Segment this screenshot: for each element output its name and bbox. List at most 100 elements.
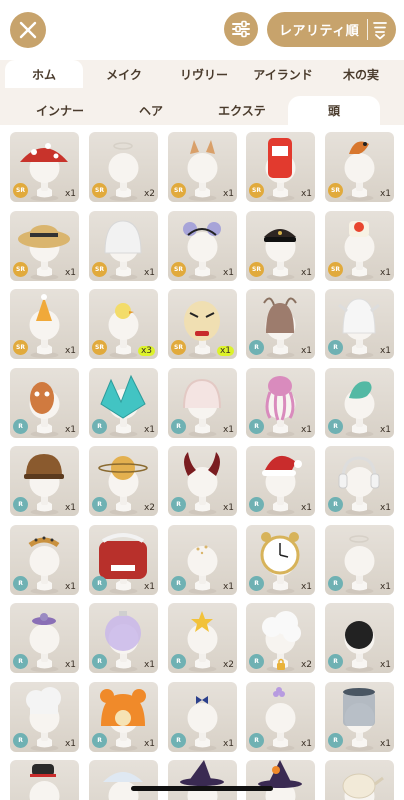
item-count: x2 <box>143 503 155 513</box>
sort-button[interactable]: レアリティ順 <box>267 12 396 47</box>
category-tabs: ホム メイク リヴリー アイランド 木の実 <box>0 60 404 88</box>
item-card[interactable]: SR x1 <box>168 132 237 202</box>
item-card[interactable]: Rx1 <box>325 681 394 752</box>
item-card[interactable] <box>89 760 158 800</box>
item-card[interactable]: SR x1 <box>10 289 79 359</box>
tab-label: インナー <box>35 104 84 118</box>
item-card[interactable]: Rx1 <box>246 289 315 359</box>
item-card[interactable]: SR x1 <box>325 210 394 281</box>
item-card[interactable]: Rx1 <box>246 524 315 595</box>
item-card[interactable]: Rx1 <box>325 524 394 595</box>
rarity-badge: SR <box>249 261 264 277</box>
item-card[interactable]: SR x1 <box>168 289 237 359</box>
item-count: x1 <box>143 660 155 670</box>
tab-label: 頭 <box>327 104 340 118</box>
item-count: x2 <box>222 660 234 670</box>
item-card[interactable]: Rx1 <box>325 367 394 438</box>
rarity-badge: R <box>13 418 28 434</box>
item-count: x1 <box>379 738 391 749</box>
close-button[interactable] <box>10 12 46 48</box>
filter-button[interactable] <box>224 12 258 46</box>
item-count: x1 <box>64 503 76 513</box>
tab-make[interactable]: メイク <box>84 60 164 88</box>
item-card[interactable]: Rx1 <box>10 603 79 673</box>
item-count: x1 <box>300 738 312 749</box>
rarity-badge: R <box>13 654 28 669</box>
item-card[interactable]: Rx1 <box>89 524 158 595</box>
item-card[interactable]: Rx1 <box>10 681 79 752</box>
item-card[interactable]: Rx1 <box>325 446 394 516</box>
item-card[interactable]: Rx1 <box>10 446 79 516</box>
item-card[interactable]: SR x1 <box>246 132 315 202</box>
tab-extension[interactable]: エクステ <box>197 96 287 125</box>
item-card[interactable]: Rx2 <box>89 446 158 516</box>
item-card[interactable]: SR x1 <box>89 210 158 281</box>
tab-label: エクステ <box>218 104 266 118</box>
subcategory-tabs: インナー ヘア エクステ 頭 <box>0 88 404 125</box>
tab-label: メイク <box>106 67 142 82</box>
item-card[interactable]: SR x1 <box>168 210 237 281</box>
item-count: x1 <box>143 424 155 435</box>
rarity-badge: R <box>92 418 107 434</box>
item-card[interactable]: Rx1 <box>246 446 315 516</box>
item-card[interactable]: Rx2 <box>246 603 315 673</box>
rarity-badge: SR <box>171 261 186 277</box>
tab-hom[interactable]: ホム <box>5 60 83 88</box>
tab-label: ホム <box>31 67 56 82</box>
item-card[interactable]: Rx1 <box>89 603 158 673</box>
rarity-badge: R <box>328 732 343 748</box>
item-card[interactable]: Rx1 <box>168 367 237 438</box>
item-count: x1 <box>379 189 391 199</box>
item-count: x1 <box>222 189 234 199</box>
rarity-badge: SR <box>328 261 343 277</box>
item-card[interactable]: Rx1 <box>10 524 79 595</box>
item-count: x1 <box>64 346 76 356</box>
item-card[interactable]: Rx1 <box>325 289 394 359</box>
rarity-badge: R <box>249 418 264 434</box>
witch-hat-icon <box>180 760 224 786</box>
item-card[interactable]: Rx1 <box>168 446 237 516</box>
item-card[interactable]: Rx1 <box>89 367 158 438</box>
tab-nuts[interactable]: 木の実 <box>322 60 400 88</box>
rarity-badge: R <box>92 497 107 512</box>
tab-label: リヴリー <box>179 67 228 82</box>
item-count: x1 <box>300 581 312 592</box>
rarity-badge: SR <box>13 261 28 277</box>
item-card[interactable]: Rx1 <box>10 367 79 438</box>
item-count: x1 <box>64 581 76 592</box>
tab-label: 木の実 <box>342 67 379 82</box>
item-card[interactable] <box>10 760 79 800</box>
item-card[interactable]: SR x1 <box>246 210 315 281</box>
item-card[interactable]: Rx1 <box>246 681 315 752</box>
sliders-icon <box>232 20 250 38</box>
item-card[interactable]: Rx1 <box>168 681 237 752</box>
item-count: x3 <box>137 346 155 356</box>
item-card[interactable]: SR x3 <box>89 289 158 359</box>
tab-island[interactable]: アイランド <box>244 60 322 88</box>
item-card[interactable]: SR x1 <box>325 132 394 202</box>
tab-hair[interactable]: ヘア <box>106 96 196 125</box>
item-card[interactable] <box>246 760 315 800</box>
item-card[interactable]: Rx1 <box>325 603 394 673</box>
item-card[interactable] <box>168 760 237 800</box>
item-card[interactable]: Rx2 <box>168 603 237 673</box>
tab-inner[interactable]: インナー <box>15 96 105 125</box>
item-count: x1 <box>222 424 234 435</box>
item-count: x1 <box>379 346 391 356</box>
rarity-badge: R <box>92 654 107 669</box>
item-card[interactable]: SR x1 <box>10 132 79 202</box>
sort-descending-icon <box>373 22 387 40</box>
rarity-badge: SR <box>13 183 28 198</box>
item-card[interactable]: Rx1 <box>246 367 315 438</box>
tab-head[interactable]: 頭 <box>288 96 380 125</box>
item-count: x1 <box>64 267 76 278</box>
item-card[interactable]: SR x2 <box>89 132 158 202</box>
item-card[interactable]: Rx1 <box>168 524 237 595</box>
top-bar: レアリティ順 <box>0 0 404 60</box>
rarity-badge: SR <box>171 340 186 355</box>
rarity-badge: R <box>171 732 186 748</box>
item-card[interactable]: SR x1 <box>10 210 79 281</box>
tab-livly[interactable]: リヴリー <box>164 60 244 88</box>
item-card[interactable] <box>325 760 394 800</box>
item-card[interactable]: Rx1 <box>89 681 158 752</box>
